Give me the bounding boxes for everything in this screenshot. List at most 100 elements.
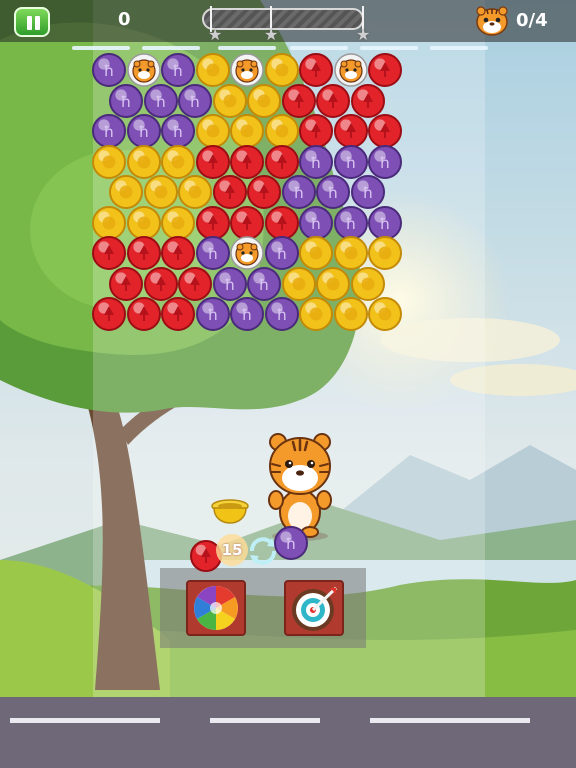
red-bubble [299, 114, 333, 148]
purple-bubble: ħ [126, 114, 161, 148]
purple-bubble: ħ [281, 175, 316, 209]
red-bubble [92, 297, 126, 331]
purple-bubble: ħ [264, 236, 299, 270]
purple-bubble: ħ [333, 205, 368, 240]
red-bubble [126, 297, 161, 331]
svg-text:ħ: ħ [207, 245, 218, 263]
svg-text:ħ: ħ [276, 306, 287, 324]
purple-bubble: ħ [350, 175, 385, 209]
purple-bubble: ħ [161, 53, 195, 87]
red-bubble [126, 236, 161, 270]
red-bubble [316, 83, 351, 118]
trapped-tiger-bubble [230, 236, 264, 270]
yellow-bubble [333, 236, 368, 270]
yellow-bubble [316, 266, 351, 301]
yellow-bubble [143, 175, 178, 209]
red-bubble [195, 205, 230, 240]
svg-text:ħ: ħ [190, 93, 201, 111]
svg-text:ħ: ħ [138, 123, 149, 141]
current-bubble[interactable]: ħ [274, 526, 308, 560]
yellow-bubble [281, 266, 316, 301]
yellow-bubble [368, 236, 402, 270]
svg-text:ħ: ħ [286, 535, 297, 553]
red-bubble [230, 144, 264, 179]
svg-text:ħ: ħ [207, 306, 218, 324]
svg-text:ħ: ħ [104, 62, 115, 80]
purple-bubble: ħ [368, 205, 402, 240]
purple-bubble: ħ [316, 175, 351, 209]
red-bubble [264, 205, 299, 240]
red-bubble [230, 205, 264, 240]
svg-text:ħ: ħ [276, 245, 287, 263]
yellow-bubble [126, 144, 161, 179]
rainbow-bubble-booster[interactable] [186, 580, 246, 636]
svg-text:ħ: ħ [345, 215, 356, 233]
red-bubble [178, 266, 213, 301]
purple-bubble: ħ [161, 114, 195, 148]
red-bubble [109, 266, 144, 301]
yellow-bubble [350, 266, 385, 301]
yellow-bubble [247, 83, 282, 118]
yellow-bubble [92, 144, 126, 179]
purple-bubble: ħ [212, 266, 247, 301]
trapped-tiger-bubble [230, 53, 264, 87]
svg-text:ħ: ħ [155, 93, 166, 111]
purple-bubble: ħ [299, 144, 333, 179]
svg-text:ħ: ħ [380, 154, 391, 172]
yellow-bubble [212, 83, 247, 118]
purple-bubble: ħ [264, 297, 299, 331]
red-bubble [333, 114, 368, 148]
red-bubble [92, 236, 126, 270]
pot-icon [211, 499, 249, 524]
yellow-bubble [109, 175, 144, 209]
red-bubble [281, 83, 316, 118]
svg-text:ħ: ħ [242, 306, 253, 324]
red-bubble [264, 144, 299, 179]
yellow-bubble [92, 205, 126, 240]
yellow-bubble [299, 236, 333, 270]
red-bubble [195, 144, 230, 179]
purple-bubble: ħ [230, 297, 264, 331]
red-bubble [161, 236, 195, 270]
target-icon [292, 586, 338, 631]
yellow-bubble [230, 114, 264, 148]
yellow-bubble [264, 53, 299, 87]
yellow-bubble [161, 144, 195, 179]
purple-bubble: ħ [178, 83, 213, 118]
purple-bubble: ħ [299, 205, 333, 240]
purple-bubble: ħ [368, 144, 402, 179]
yellow-bubble [161, 205, 195, 240]
rainbow-swirl-icon [194, 586, 238, 630]
red-bubble [368, 53, 402, 87]
red-bubble [247, 175, 282, 209]
yellow-bubble [126, 205, 161, 240]
purple-bubble: ħ [92, 114, 126, 148]
purple-bubble: ħ [143, 83, 178, 118]
svg-text:ħ: ħ [224, 276, 235, 294]
yellow-bubble [195, 53, 230, 87]
yellow-bubble [264, 114, 299, 148]
svg-text:ħ: ħ [121, 93, 132, 111]
purple-bubble: ħ [195, 297, 230, 331]
svg-text:ħ: ħ [173, 123, 184, 141]
purple-bubble: ħ [247, 266, 282, 301]
yellow-bubble [333, 297, 368, 331]
red-bubble [212, 175, 247, 209]
purple-bubble: ħ [333, 144, 368, 179]
svg-text:ħ: ħ [311, 154, 322, 172]
bubble-board[interactable]: ħħħħħħħħħħħħħħħħħħħħħħħħ [0, 0, 576, 768]
yellow-bubble [299, 297, 333, 331]
red-bubble [161, 297, 195, 331]
red-bubble [299, 53, 333, 87]
aim-target-booster[interactable] [284, 580, 344, 636]
svg-text:ħ: ħ [293, 184, 304, 202]
yellow-bubble [368, 297, 402, 331]
svg-text:ħ: ħ [328, 184, 339, 202]
red-bubble [143, 266, 178, 301]
purple-bubble: ħ [195, 236, 230, 270]
svg-text:ħ: ħ [311, 215, 322, 233]
yellow-bubble [178, 175, 213, 209]
red-bubble [368, 114, 402, 148]
svg-text:ħ: ħ [345, 154, 356, 172]
svg-text:ħ: ħ [104, 123, 115, 141]
